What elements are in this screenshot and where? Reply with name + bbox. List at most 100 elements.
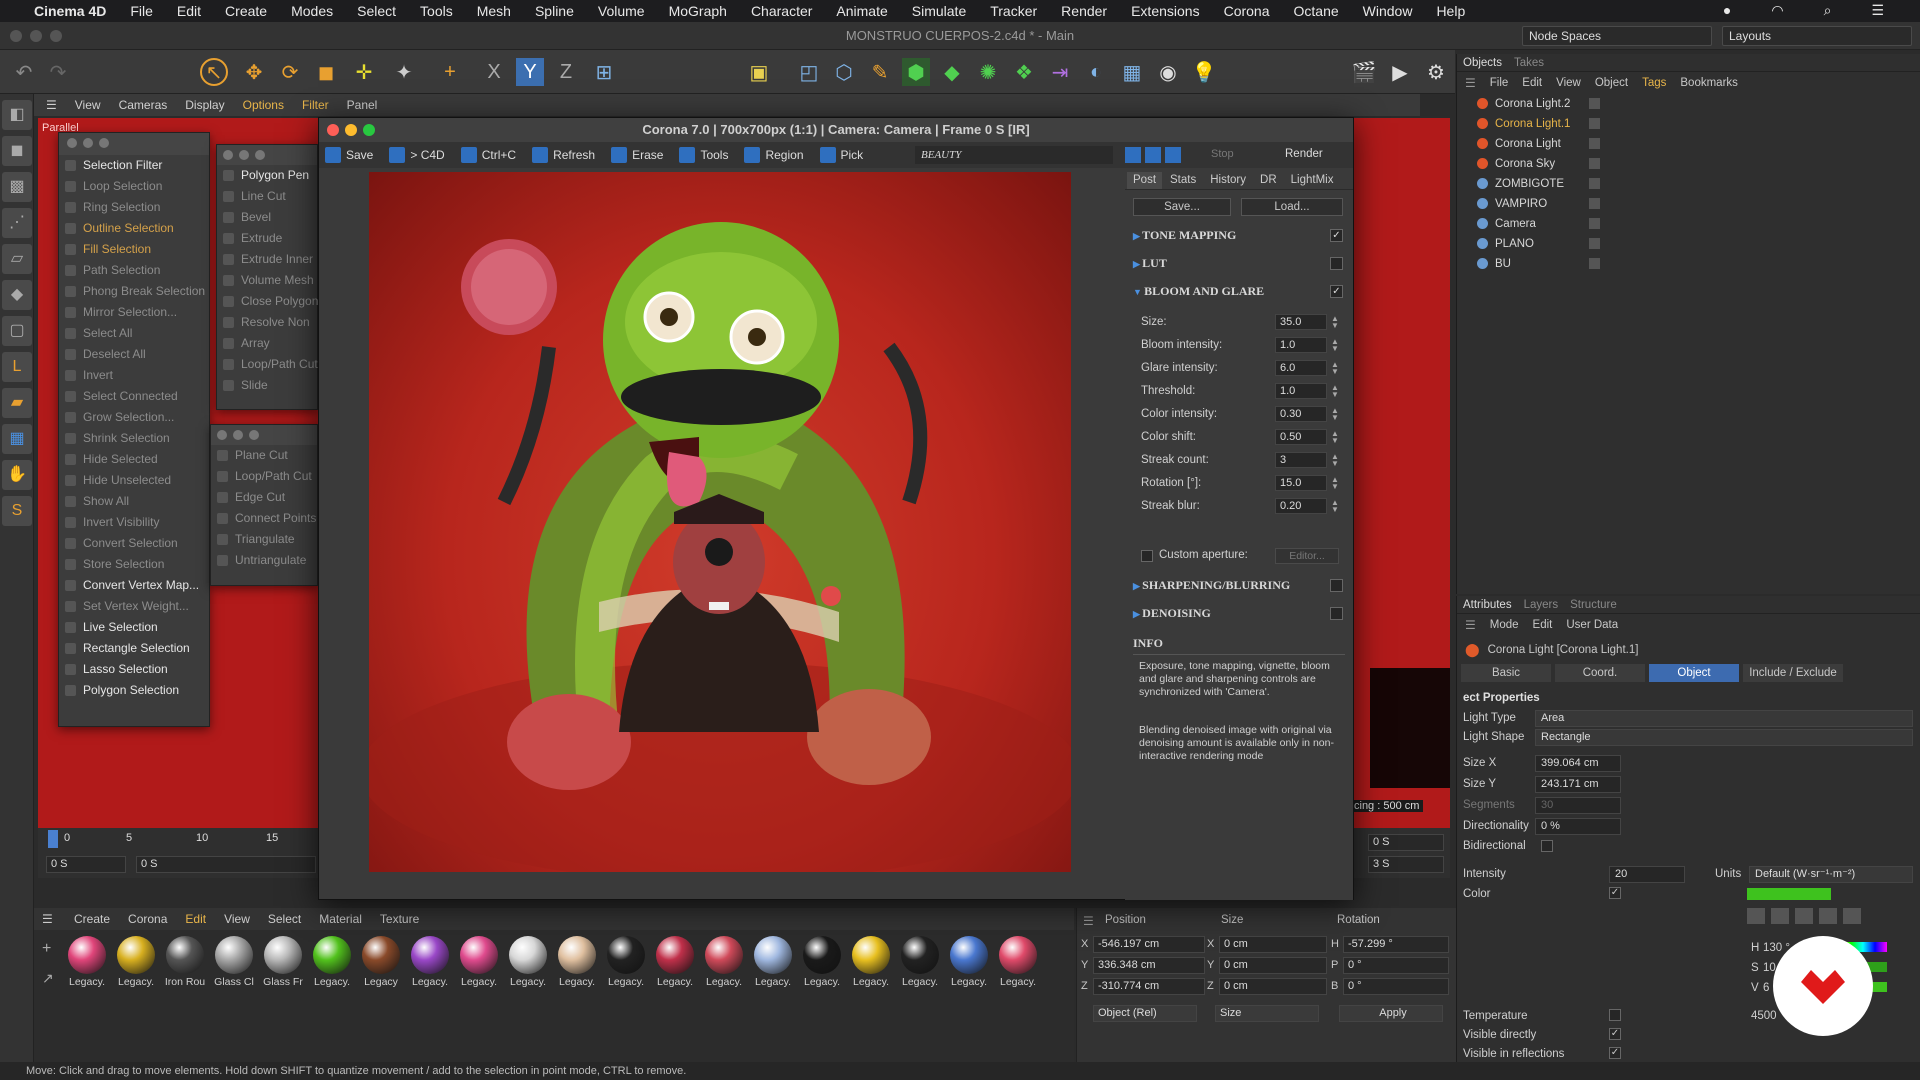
subdivision-icon[interactable]: ⬢ [902, 58, 930, 86]
stop-button[interactable]: Stop [1211, 148, 1234, 160]
panel-close-icon[interactable] [223, 150, 233, 160]
selection-menu-item[interactable]: Lasso Selection [59, 659, 209, 680]
vfb-zoom-icon[interactable] [363, 124, 375, 136]
grid-icon[interactable]: ▦ [2, 424, 32, 454]
mat-menu-create[interactable]: Create [74, 912, 110, 926]
subtab-object[interactable]: Object [1649, 664, 1739, 682]
polygons-mode-icon[interactable]: ◆ [2, 280, 32, 310]
segments-field[interactable]: 30 [1535, 797, 1621, 814]
rotation-p-field[interactable]: 0 ° [1343, 957, 1449, 974]
vfb-pick-button[interactable]: Pick [819, 147, 863, 163]
deformer-icon[interactable]: ⇥ [1046, 58, 1074, 86]
axis-mode-icon[interactable]: L [2, 352, 32, 382]
vp-menu-panel[interactable]: Panel [347, 98, 378, 112]
hamburger-icon[interactable]: ☰ [42, 912, 53, 926]
size-z-field[interactable]: 0 cm [1219, 978, 1327, 995]
spinner-icon[interactable]: ▲ ▼ [1331, 315, 1339, 330]
vfb-close-icon[interactable] [327, 124, 339, 136]
zoom-fit-icon[interactable] [1165, 147, 1181, 163]
render-region-icon[interactable]: ▣ [745, 58, 773, 86]
generator-icon[interactable]: ◆ [938, 58, 966, 86]
mesh-tool-item[interactable]: Polygon Pen [217, 165, 317, 186]
bloom-setting-field[interactable]: 35.0 [1275, 314, 1327, 330]
selection-menu-item[interactable]: Rectangle Selection [59, 638, 209, 659]
am-menu-user-data[interactable]: User Data [1566, 619, 1618, 631]
material-item[interactable]: Legacy. [946, 936, 992, 988]
selection-menu-item[interactable]: Set Vertex Weight... [59, 596, 209, 617]
render-view-icon[interactable]: 🎬 [1350, 58, 1378, 86]
hamburger-icon[interactable]: ☰ [1465, 76, 1476, 90]
selection-menu-item[interactable]: Select All [59, 323, 209, 344]
selection-menu-item[interactable]: Selection Filter [59, 155, 209, 176]
menu-file[interactable]: File [130, 3, 153, 19]
bloom-setting-field[interactable]: 3 [1275, 452, 1327, 468]
arrow-icon[interactable]: ↗ [42, 970, 54, 987]
playhead[interactable] [48, 830, 58, 848]
vp-menu-cameras[interactable]: Cameras [119, 98, 168, 112]
panel-minimize-icon[interactable] [239, 150, 249, 160]
zoom-in-icon[interactable] [1125, 147, 1141, 163]
spinner-icon[interactable]: ▲ ▼ [1331, 453, 1339, 468]
size-y-field[interactable]: 0 cm [1219, 957, 1327, 974]
script-icon[interactable]: S [2, 496, 32, 526]
material-item[interactable]: Legacy. [701, 936, 747, 988]
bloom-setting-field[interactable]: 15.0 [1275, 475, 1327, 491]
bidirectional-checkbox[interactable] [1541, 840, 1553, 852]
tab-attributes[interactable]: Attributes [1463, 599, 1512, 611]
redo-icon[interactable]: ↷ [44, 58, 72, 86]
rgb-icon[interactable] [1843, 908, 1861, 924]
material-item[interactable]: Legacy. [407, 936, 453, 988]
selection-menu-item[interactable]: Fill Selection [59, 239, 209, 260]
coordinate-system-icon[interactable]: ⊞ [590, 58, 618, 86]
floor-icon[interactable]: ▦ [1118, 58, 1146, 86]
cube-icon[interactable]: ◰ [795, 58, 823, 86]
vfb-copy-button[interactable]: Ctrl+C [460, 147, 516, 163]
close-window-icon[interactable] [10, 30, 22, 42]
bloom-glare-checkbox[interactable]: ✓ [1330, 285, 1343, 298]
image-icon[interactable] [1819, 908, 1837, 924]
selection-menu-item[interactable]: Store Selection [59, 554, 209, 575]
selection-menu-item[interactable]: Convert Vertex Map... [59, 575, 209, 596]
mat-menu-corona[interactable]: Corona [128, 912, 167, 926]
tone-mapping-section[interactable]: ▶ TONE MAPPING [1133, 228, 1236, 243]
vfb-save-button[interactable]: Save [325, 147, 373, 163]
tab-dr[interactable]: DR [1254, 172, 1283, 189]
menu-window[interactable]: Window [1363, 3, 1413, 19]
bloom-setting-field[interactable]: 1.0 [1275, 337, 1327, 353]
editor-button[interactable]: Editor... [1275, 548, 1339, 564]
position-z-field[interactable]: -310.774 cm [1093, 978, 1205, 995]
render-icon[interactable]: ▶ [1386, 58, 1414, 86]
vp-menu-options[interactable]: Options [243, 98, 284, 112]
mesh-tool-item[interactable]: Connect Points [211, 508, 317, 529]
object-row[interactable]: ZOMBIGOTE [1457, 174, 1920, 194]
visibility-toggle-icon[interactable] [1589, 258, 1600, 269]
render-button[interactable]: Render [1285, 148, 1323, 160]
mesh-tool-item[interactable]: Extrude Inner [217, 249, 317, 270]
lut-checkbox[interactable] [1330, 257, 1343, 270]
tab-objects[interactable]: Objects [1463, 57, 1502, 69]
menu-spline[interactable]: Spline [535, 3, 574, 19]
mat-menu-edit[interactable]: Edit [185, 912, 206, 926]
vfb-erase-button[interactable]: Erase [611, 147, 663, 163]
material-item[interactable]: Glass Cl [211, 936, 257, 988]
om-menu-bookmarks[interactable]: Bookmarks [1680, 77, 1738, 89]
material-item[interactable]: Legacy. [995, 936, 1041, 988]
vp-menu-display[interactable]: Display [185, 98, 224, 112]
add-material-icon[interactable]: + [42, 940, 51, 958]
spinner-icon[interactable]: ▲ ▼ [1331, 384, 1339, 399]
color-wheel-icon[interactable] [1747, 908, 1765, 924]
subtab-include-exclude[interactable]: Include / Exclude [1743, 664, 1843, 682]
sharpening-section[interactable]: ▶ SHARPENING/BLURRING [1133, 578, 1290, 593]
subtab-coord[interactable]: Coord. [1555, 664, 1645, 682]
material-item[interactable]: Legacy. [456, 936, 502, 988]
hamburger-icon[interactable]: ☰ [1465, 618, 1476, 632]
object-row[interactable]: VAMPIRO [1457, 194, 1920, 214]
selection-menu-item[interactable]: Hide Selected [59, 449, 209, 470]
temperature-value[interactable]: 4500 [1751, 1010, 1777, 1022]
om-menu-file[interactable]: File [1490, 77, 1509, 89]
mesh-tool-item[interactable]: Loop/Path Cut [211, 466, 317, 487]
post-save-button[interactable]: Save... [1133, 198, 1231, 216]
hamburger-icon[interactable]: ☰ [46, 98, 57, 112]
mesh-tool-item[interactable]: Volume Mesh [217, 270, 317, 291]
visibility-toggle-icon[interactable] [1589, 158, 1600, 169]
